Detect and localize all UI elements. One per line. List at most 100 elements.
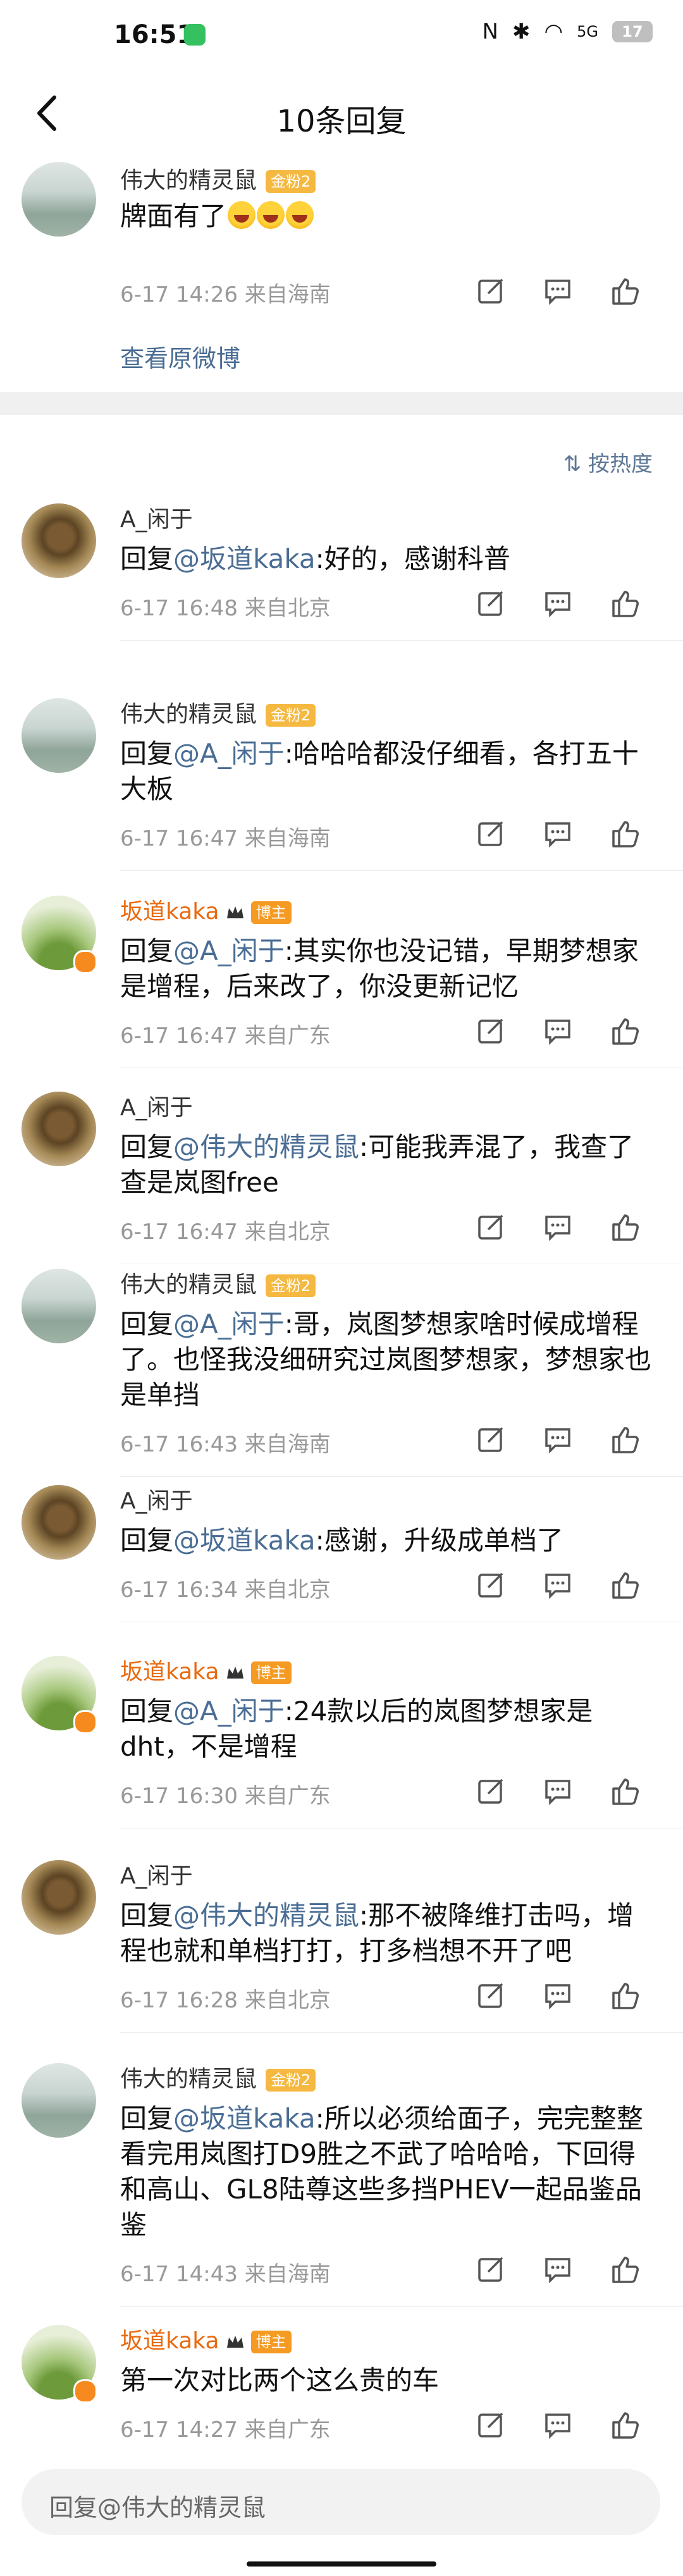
author-name[interactable]: 伟大的精灵鼠 金粉2 — [120, 162, 316, 195]
avatar[interactable] — [22, 1092, 96, 1166]
reply-text: 回复@坂道kaka:感谢，升级成单档了 — [120, 1525, 563, 1556]
avatar[interactable] — [22, 1269, 96, 1343]
reply-text: 第一次对比两个这么贵的车 — [120, 2365, 440, 2396]
share-icon[interactable] — [474, 1014, 507, 1047]
comment-icon[interactable] — [541, 274, 574, 307]
status-icons: N ✱ ◠ 5G 17 — [483, 19, 653, 44]
avatar[interactable] — [22, 1485, 96, 1560]
nfc-icon: N — [482, 19, 498, 44]
reply-actions — [474, 1211, 641, 1243]
mention-link[interactable]: @伟大的精灵鼠 — [173, 1131, 359, 1162]
mention-link[interactable]: @坂道kaka — [173, 543, 316, 574]
reply-meta: 6-17 16:43 来自海南 — [120, 1432, 331, 1457]
like-icon[interactable] — [608, 1979, 641, 2012]
reply-text: 回复@伟大的精灵鼠:那不被降维打击吗，增程也就和单档打打，打多档想不开了吧 — [120, 1900, 634, 1966]
reply-meta: 6-17 16:48 来自北京 — [120, 596, 331, 621]
verified-badge-icon — [73, 2379, 97, 2403]
share-icon[interactable] — [474, 817, 507, 850]
comment-icon[interactable] — [541, 1775, 574, 1808]
comment-icon[interactable] — [541, 1423, 574, 1456]
share-icon[interactable] — [474, 1423, 507, 1456]
home-indicator — [247, 2561, 436, 2567]
comment-icon[interactable] — [541, 2408, 574, 2441]
author-name[interactable]: 坂道kaka 博主 — [120, 893, 292, 926]
comment-icon[interactable] — [541, 1211, 574, 1243]
verified-badge-icon — [73, 950, 97, 974]
verified-badge-icon — [73, 1710, 97, 1734]
like-icon[interactable] — [608, 587, 641, 620]
like-icon[interactable] — [608, 1211, 641, 1243]
like-icon[interactable] — [608, 2408, 641, 2441]
author-name[interactable]: A_闲于 — [120, 1858, 193, 1890]
share-icon[interactable] — [474, 587, 507, 620]
mention-link[interactable]: @坂道kaka — [173, 1525, 316, 1556]
share-icon[interactable] — [474, 2408, 507, 2441]
reply-input[interactable]: 回复@伟大的精灵鼠 — [22, 2469, 660, 2535]
reply-meta: 6-17 14:27 来自广东 — [120, 2417, 331, 2443]
author-name[interactable]: 坂道kaka 博主 — [120, 2322, 292, 2355]
reply-meta: 6-17 16:28 来自北京 — [120, 1988, 331, 2013]
share-icon[interactable] — [474, 2253, 507, 2286]
mention-link[interactable]: @A_闲于 — [173, 935, 285, 966]
avatar[interactable] — [22, 162, 96, 237]
like-icon[interactable] — [608, 1568, 641, 1601]
signal-icon: 5G — [577, 23, 598, 40]
post-actions — [474, 274, 641, 307]
share-icon[interactable] — [474, 274, 507, 307]
comment-icon[interactable] — [541, 587, 574, 620]
mention-link[interactable]: @伟大的精灵鼠 — [173, 1900, 359, 1931]
battery-icon: 17 — [612, 21, 653, 42]
mention-link[interactable]: @A_闲于 — [173, 1696, 285, 1727]
author-name[interactable]: A_闲于 — [120, 501, 193, 534]
author-name[interactable]: 坂道kaka 博主 — [120, 1653, 292, 1686]
main-post: 伟大的精灵鼠 金粉2 牌面有了 6-17 14:26 来自海南 查看原微博 — [0, 151, 683, 391]
nav-bar: 10条回复 — [0, 76, 683, 151]
blogger-badge: 博主 — [250, 901, 292, 924]
mention-link[interactable]: @A_闲于 — [173, 1309, 285, 1340]
mention-link[interactable]: @坂道kaka — [173, 2103, 316, 2134]
blogger-badge: 博主 — [250, 1661, 292, 1684]
sort-by-hot-button[interactable]: ⇅ 按热度 — [563, 447, 653, 478]
fan-badge: 金粉2 — [266, 2069, 316, 2092]
status-bar: 16:51 N ✱ ◠ 5G 17 — [0, 0, 683, 76]
reply-actions — [474, 2253, 641, 2286]
status-time: 16:51 — [114, 20, 195, 49]
comment-icon[interactable] — [541, 2253, 574, 2286]
bluetooth-icon: ✱ — [512, 19, 531, 44]
like-icon[interactable] — [608, 2253, 641, 2286]
share-icon[interactable] — [474, 1979, 507, 2012]
author-name[interactable]: A_闲于 — [120, 1089, 193, 1122]
comment-icon[interactable] — [541, 1568, 574, 1601]
sort-icon: ⇅ — [563, 452, 582, 477]
like-icon[interactable] — [608, 817, 641, 850]
avatar[interactable] — [22, 2063, 96, 2138]
like-icon[interactable] — [608, 1423, 641, 1456]
author-name[interactable]: 伟大的精灵鼠 金粉2 — [120, 696, 316, 729]
wifi-icon: ◠ — [544, 19, 563, 44]
author-name[interactable]: 伟大的精灵鼠 金粉2 — [120, 1266, 316, 1299]
share-icon[interactable] — [474, 1211, 507, 1243]
like-icon[interactable] — [608, 1775, 641, 1808]
laugh-emoji-icon — [286, 201, 314, 229]
avatar[interactable] — [22, 1860, 96, 1935]
comment-icon[interactable] — [541, 817, 574, 850]
mention-link[interactable]: @A_闲于 — [173, 738, 285, 769]
like-icon[interactable] — [608, 1014, 641, 1047]
fan-badge: 金粉2 — [266, 170, 316, 193]
share-icon[interactable] — [474, 1568, 507, 1601]
page-title: 10条回复 — [276, 104, 407, 139]
divider — [120, 1476, 683, 1477]
comment-icon[interactable] — [541, 1014, 574, 1047]
comment-icon[interactable] — [541, 1979, 574, 2012]
view-original-link[interactable]: 查看原微博 — [120, 339, 240, 374]
share-icon[interactable] — [474, 1775, 507, 1808]
reply-text: 回复@A_闲于:24款以后的岚图梦想家是dht，不是增程 — [120, 1696, 593, 1762]
reply-meta: 6-17 16:47 来自广东 — [120, 1023, 331, 1049]
author-name[interactable]: A_闲于 — [120, 1482, 193, 1515]
reply-meta: 6-17 16:47 来自海南 — [120, 826, 331, 851]
avatar[interactable] — [22, 503, 96, 578]
post-text: 牌面有了 — [120, 199, 658, 234]
avatar[interactable] — [22, 698, 96, 773]
author-name[interactable]: 伟大的精灵鼠 金粉2 — [120, 2061, 316, 2093]
like-icon[interactable] — [608, 274, 641, 307]
